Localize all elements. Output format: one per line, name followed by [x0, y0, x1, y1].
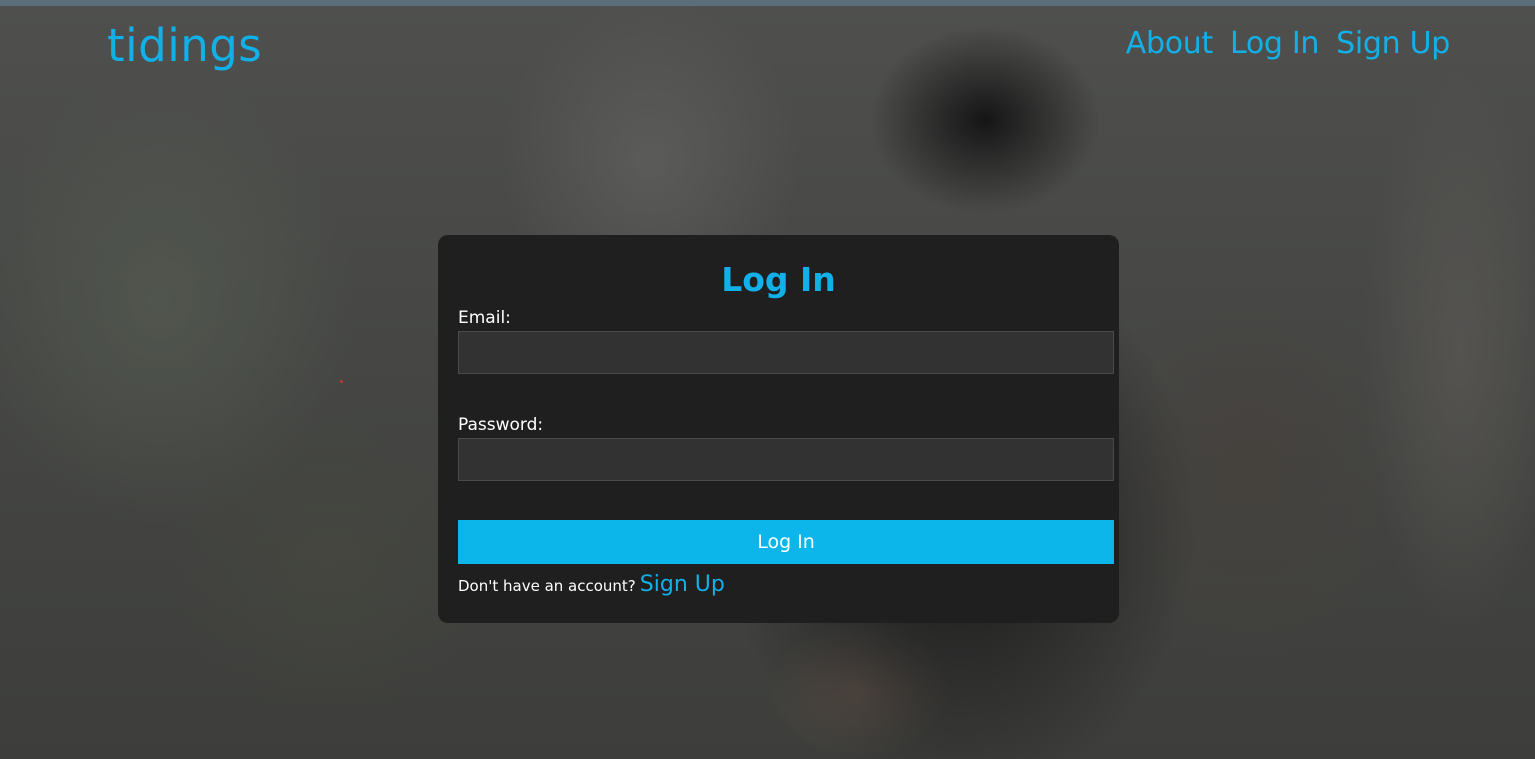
signup-prompt: Don't have an account? Sign Up: [458, 572, 725, 597]
login-card: Log In Email: Password: Log In Don't hav…: [438, 235, 1119, 623]
email-field[interactable]: [458, 331, 1114, 374]
nav-link-about[interactable]: About: [1126, 24, 1214, 64]
password-label: Password:: [458, 415, 544, 435]
nav-link-login[interactable]: Log In: [1230, 24, 1319, 64]
signup-prompt-text: Don't have an account?: [458, 577, 636, 595]
decorative-dot: [340, 380, 343, 383]
email-label: Email:: [458, 308, 511, 328]
navbar: tidings About Log In Sign Up: [0, 6, 1535, 86]
login-title: Log In: [721, 260, 836, 299]
signup-link[interactable]: Sign Up: [640, 572, 725, 597]
nav-links: About Log In Sign Up: [1126, 24, 1451, 64]
page: tidings About Log In Sign Up Log In Emai…: [0, 0, 1535, 759]
nav-link-signup[interactable]: Sign Up: [1336, 24, 1450, 64]
brand-logo[interactable]: tidings: [107, 20, 262, 72]
password-field[interactable]: [458, 438, 1114, 481]
login-button[interactable]: Log In: [458, 520, 1114, 564]
